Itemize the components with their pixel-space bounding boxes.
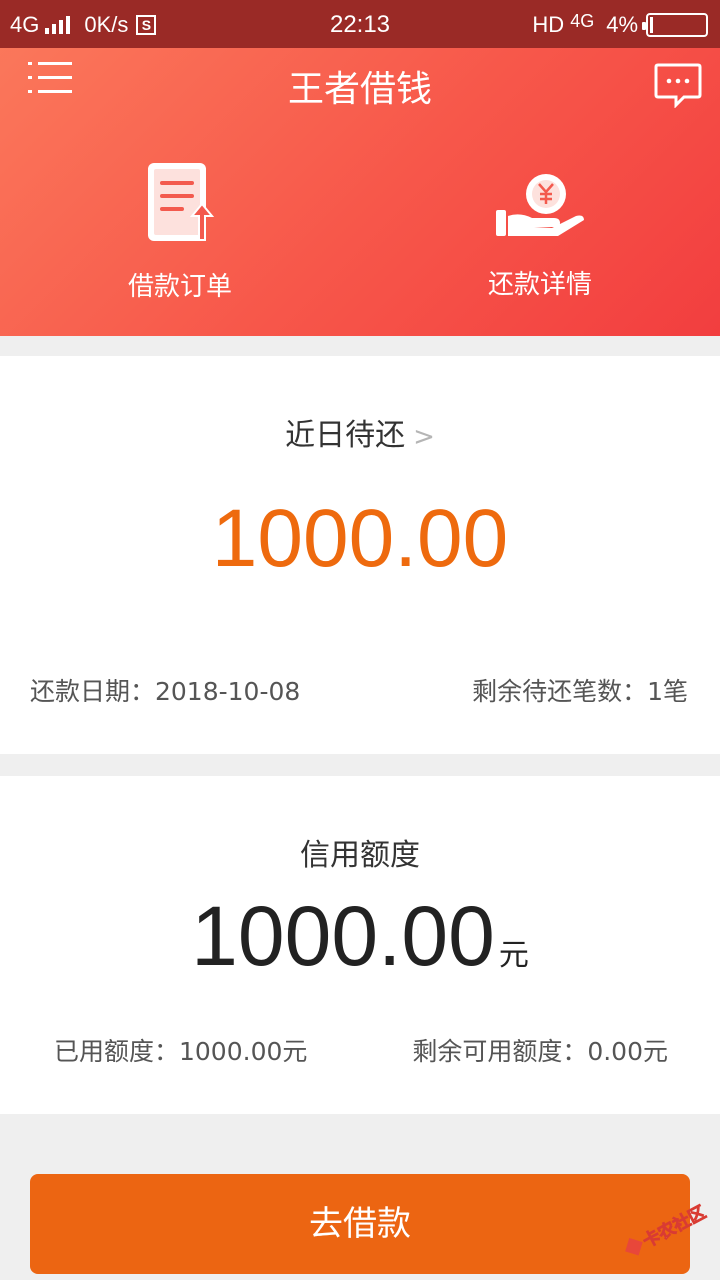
repayment-details-label: 还款详情: [487, 270, 592, 300]
available-credit: 剩余可用额度：0.00元: [412, 1037, 668, 1066]
chat-bubble-icon[interactable]: [654, 62, 702, 108]
due-amount: 1000.00: [211, 493, 509, 584]
credit-amount-value: 1000.00: [191, 889, 495, 983]
credit-limit-title: 信用额度: [300, 838, 420, 873]
svg-text:卡农社区: 卡农社区: [639, 1202, 709, 1252]
used-credit: 已用额度：1000.00元: [54, 1037, 308, 1066]
battery-icon: [642, 13, 708, 37]
remaining-payments: 剩余待还笔数：1笔: [472, 677, 688, 706]
yuan-coin-hand-icon: [496, 174, 584, 236]
borrow-button[interactable]: 去借款: [30, 1174, 690, 1274]
community-watermark-logo: 卡农社区: [625, 1201, 710, 1256]
loan-orders-button[interactable]: 借款订单: [60, 160, 300, 303]
app-title: 王者借钱: [287, 69, 432, 110]
status-bar: 4G 0K/s S 22:13 HD 4G 4%: [0, 0, 720, 48]
network-type-right: 4G: [570, 10, 595, 31]
document-upload-icon: [148, 163, 215, 241]
loan-orders-label: 借款订单: [127, 272, 232, 302]
battery-percent: 4%: [606, 12, 638, 37]
hd-indicator: HD: [532, 12, 565, 37]
upcoming-repayment-link[interactable]: 近日待还 >: [0, 410, 720, 454]
status-right: HD 4G 4%: [532, 10, 708, 38]
upcoming-repayment-card: 近日待还 > 1000.00 还款日期：2018-10-08 剩余待还笔数：1笔: [0, 356, 720, 754]
credit-amount-unit: 元: [498, 939, 529, 972]
header-banner: 4G 0K/s S 22:13 HD 4G 4% 王者借钱 借款订单 还款详情: [0, 0, 720, 336]
chevron-right-icon: >: [413, 422, 435, 452]
credit-limit-card: 信用额度 1000.00 元 已用额度：1000.00元 剩余可用额度：0.00元: [0, 776, 720, 1114]
repayment-date: 还款日期：2018-10-08: [30, 677, 301, 706]
upcoming-repayment-title: 近日待还: [285, 418, 406, 453]
credit-limit-amount: 1000.00 元: [0, 888, 720, 985]
repayment-details-button[interactable]: 还款详情: [420, 172, 660, 301]
